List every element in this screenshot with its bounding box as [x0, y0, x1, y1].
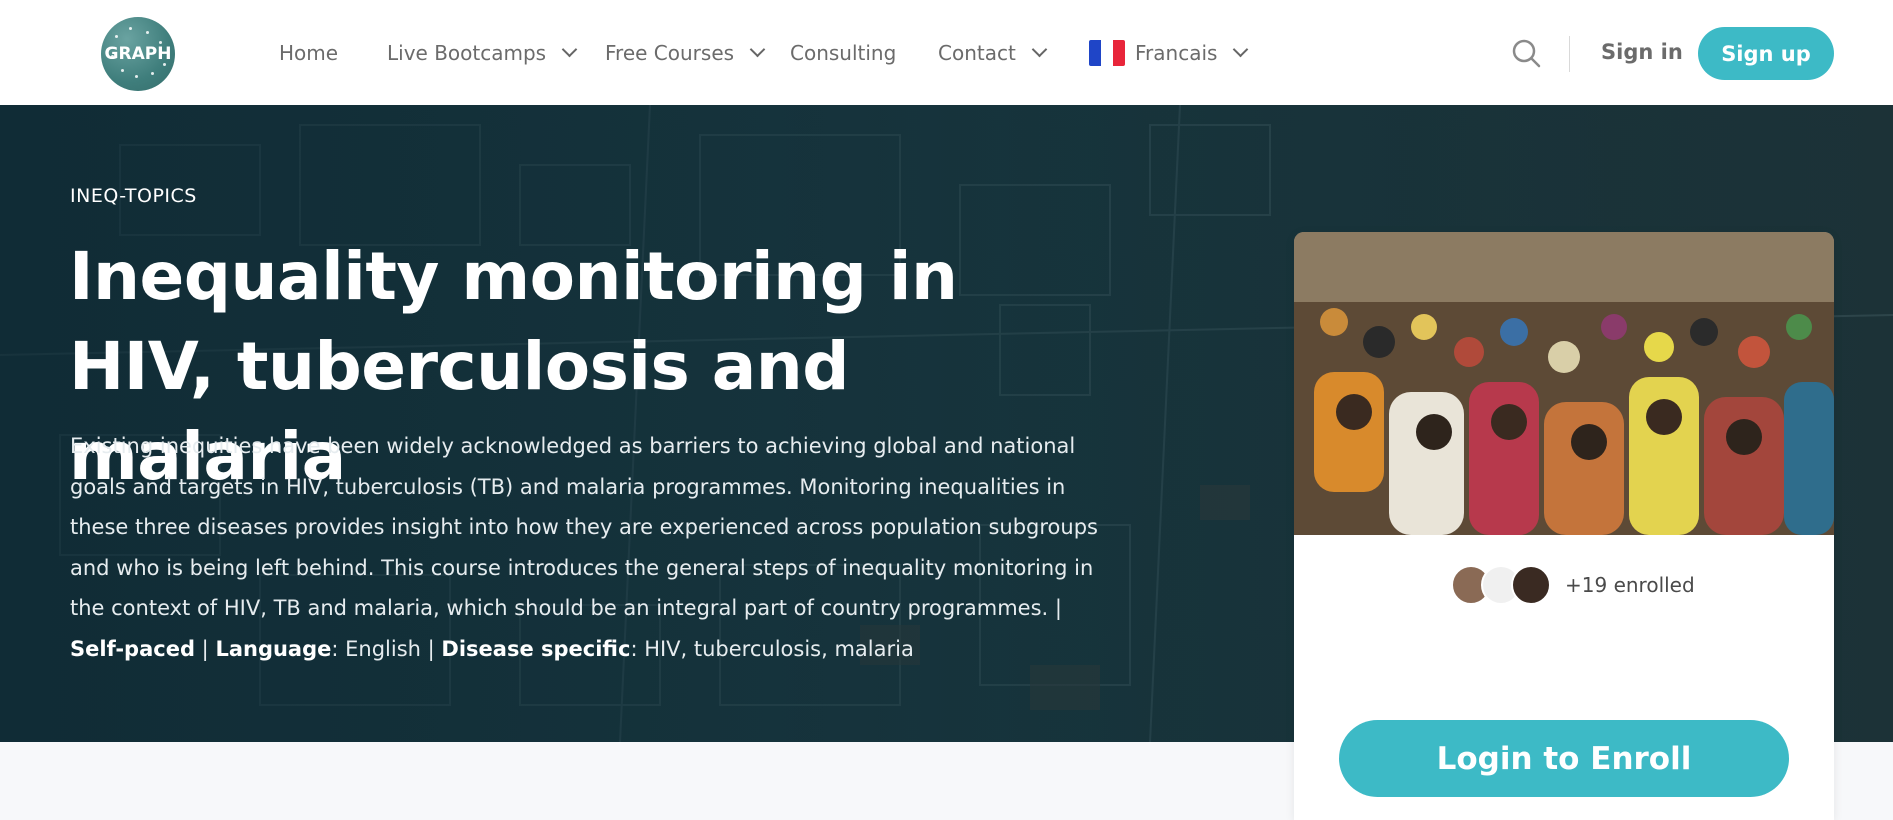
self-paced-label: Self-paced [70, 636, 195, 661]
nav-consulting[interactable]: Consulting [790, 0, 896, 105]
language-field-label: Language [215, 636, 332, 661]
chevron-down-icon [749, 41, 766, 58]
site-header: GRAPH Home Live Bootcamps Free Courses C… [0, 0, 1893, 105]
course-description: Existing inequities have been widely ack… [70, 426, 1110, 669]
language-field-value: : English | [331, 636, 435, 661]
course-enroll-card: +19 enrolled Login to Enroll [1294, 232, 1834, 820]
avatar [1511, 565, 1551, 605]
disease-field-label: Disease specific [441, 636, 631, 661]
sign-up-button[interactable]: Sign up [1698, 27, 1834, 80]
graph-logo[interactable]: GRAPH [101, 17, 175, 91]
header-divider [1569, 36, 1570, 72]
nav-live-bootcamps[interactable]: Live Bootcamps [387, 0, 578, 105]
nav-contact[interactable]: Contact [938, 0, 1048, 105]
language-selector[interactable]: Francais [1089, 0, 1249, 105]
nav-contact-label: Contact [938, 40, 1016, 65]
logo-text: GRAPH [104, 44, 172, 64]
login-to-enroll-label: Login to Enroll [1436, 740, 1692, 777]
separator: | [201, 636, 209, 661]
nav-free-courses-label: Free Courses [605, 40, 735, 65]
chevron-down-icon [1031, 41, 1048, 58]
sign-up-label: Sign up [1721, 41, 1811, 66]
login-to-enroll-button[interactable]: Login to Enroll [1339, 720, 1789, 797]
chevron-down-icon [1233, 41, 1249, 58]
enrolled-count: +19 enrolled [1565, 573, 1695, 597]
nav-home[interactable]: Home [279, 0, 338, 105]
disease-field-value: : HIV, tuberculosis, malaria [630, 636, 914, 661]
nav-live-bootcamps-label: Live Bootcamps [387, 40, 547, 65]
enrolled-students: +19 enrolled [1451, 565, 1695, 605]
course-topic-tag: INEQ-TOPICS [70, 185, 197, 207]
language-label: Francais [1135, 40, 1218, 65]
nav-home-label: Home [279, 40, 339, 65]
sign-in-link[interactable]: Sign in [1601, 40, 1683, 64]
chevron-down-icon [561, 41, 578, 58]
france-flag-icon [1089, 39, 1125, 66]
nav-free-courses[interactable]: Free Courses [605, 0, 766, 105]
search-icon[interactable] [1511, 38, 1541, 68]
course-image [1294, 232, 1834, 535]
description-text: Existing inequities have been widely ack… [70, 434, 1098, 620]
nav-consulting-label: Consulting [790, 40, 897, 65]
